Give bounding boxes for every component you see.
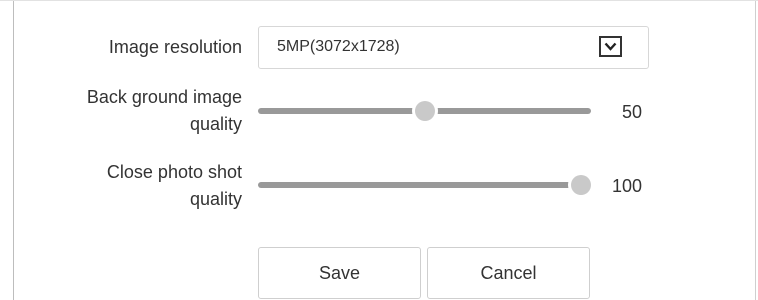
slider-track — [258, 182, 591, 188]
closeup-quality-slider[interactable] — [258, 173, 591, 197]
closeup-quality-label: Close photo shot quality — [20, 159, 242, 213]
background-quality-label-line2: quality — [189, 114, 242, 134]
closeup-quality-value: 100 — [612, 176, 643, 196]
save-button[interactable]: Save — [258, 247, 421, 299]
resolution-selected-value: 5MP(3072x1728) — [277, 38, 400, 55]
background-quality-label-line1: Back ground image — [86, 87, 242, 107]
chevron-down-icon[interactable] — [599, 36, 622, 57]
slider-thumb[interactable] — [414, 101, 435, 121]
background-quality-value: 50 — [622, 102, 643, 122]
closeup-quality-label-line2: quality — [189, 189, 242, 209]
settings-panel: Image resolution 5MP(3072x1728) Back gro… — [0, 0, 758, 300]
slider-thumb[interactable] — [571, 175, 591, 195]
background-quality-label: Back ground image quality — [20, 84, 242, 138]
cancel-button[interactable]: Cancel — [427, 247, 590, 299]
panel-right-border — [755, 1, 756, 300]
resolution-label: Image resolution — [108, 37, 242, 57]
closeup-quality-label-line1: Close photo shot — [106, 162, 242, 182]
background-quality-slider[interactable] — [258, 99, 591, 123]
resolution-select[interactable]: 5MP(3072x1728) — [258, 26, 649, 69]
panel-left-border — [13, 1, 14, 300]
